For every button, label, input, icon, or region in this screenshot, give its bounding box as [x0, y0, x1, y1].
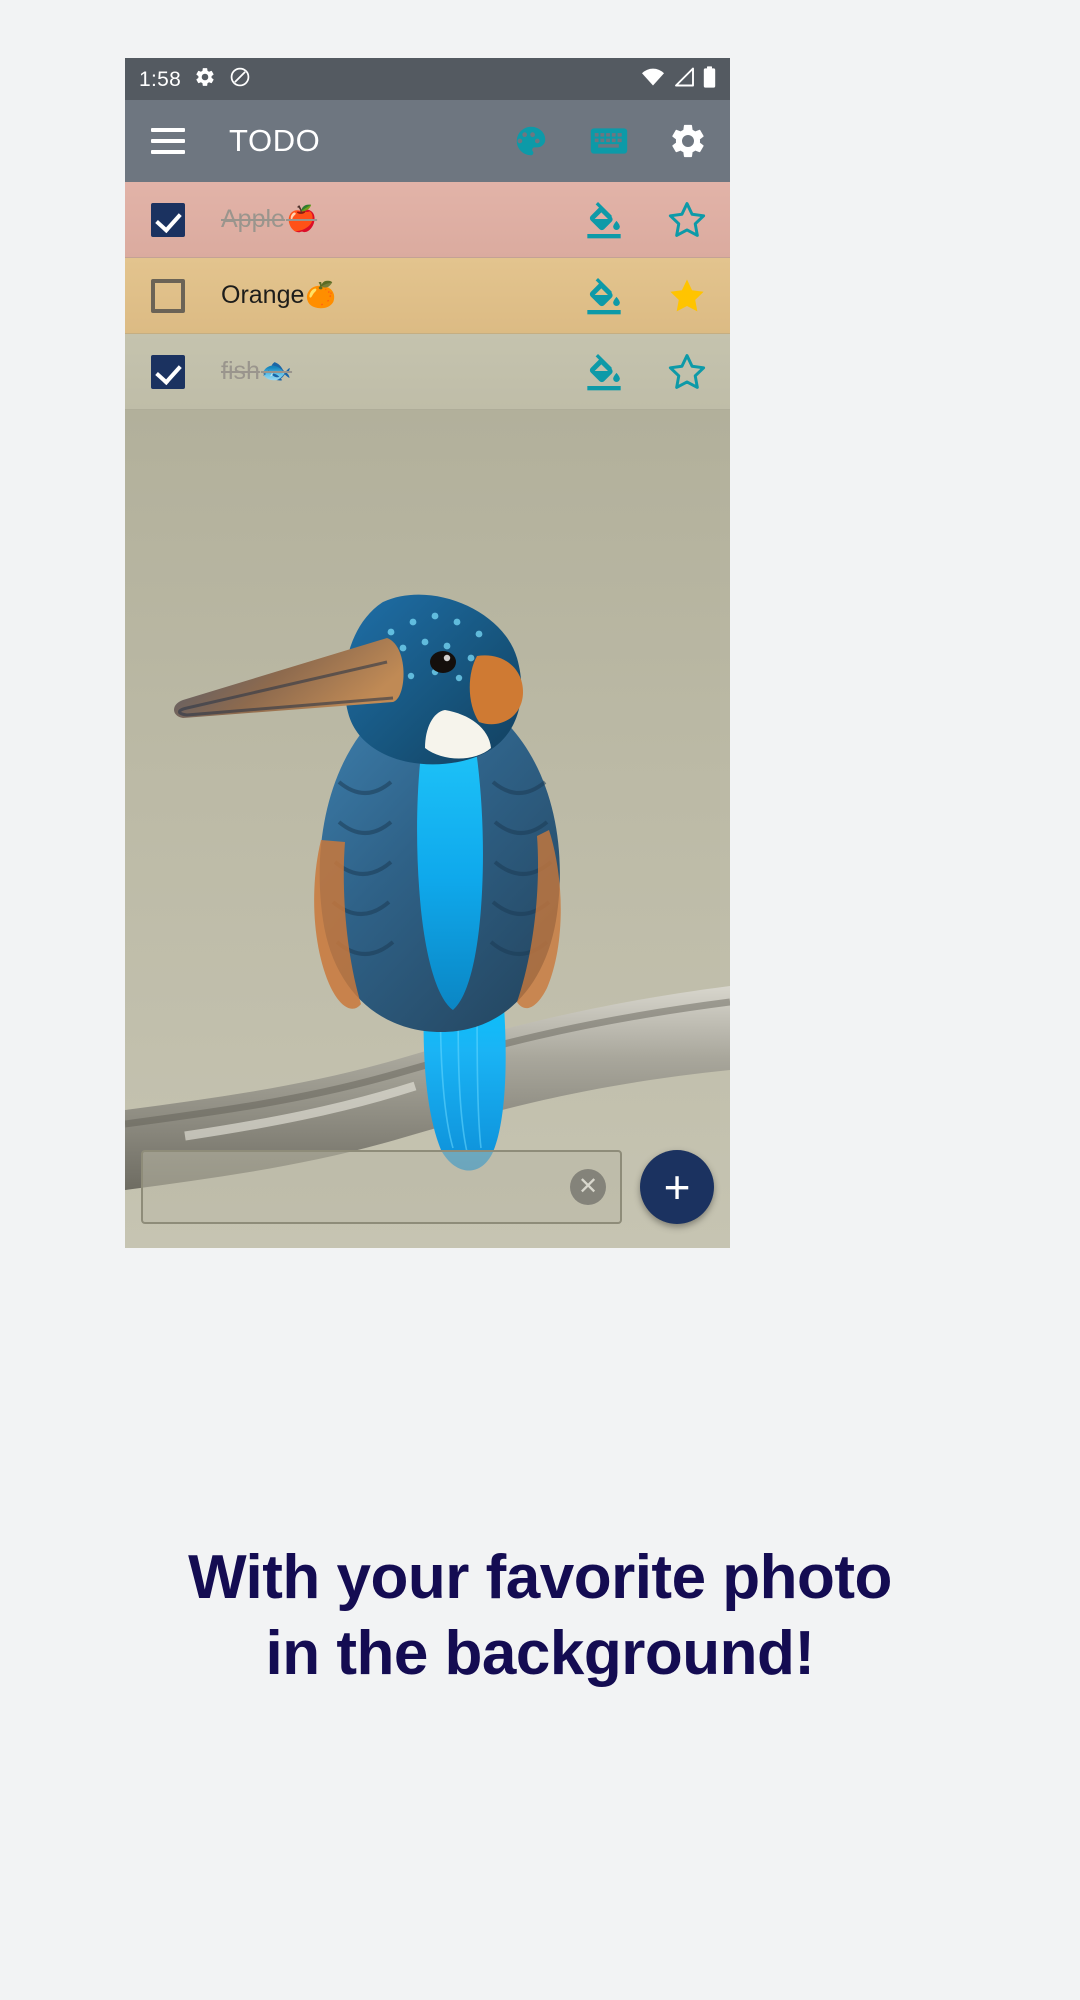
star-filled-icon[interactable]: [666, 275, 708, 317]
task-checkbox[interactable]: [151, 278, 185, 313]
status-bar-right: [641, 65, 716, 93]
gear-icon: [194, 66, 216, 93]
phone-screenshot: 1:58 TODO Apple 🍎 Orange 🍊 fish 🐟 ✕ +: [125, 58, 730, 1248]
task-text: Apple: [221, 205, 285, 233]
promo-caption: With your favorite photo in the backgrou…: [0, 1540, 1080, 1691]
star-outline-icon[interactable]: [666, 199, 708, 241]
status-bar-clock: 1:58: [139, 67, 182, 91]
app-bar: TODO: [125, 100, 730, 182]
signal-icon: [673, 67, 695, 92]
task-label: Apple 🍎: [221, 205, 317, 234]
status-bar-left: 1:58: [139, 66, 251, 93]
table-row[interactable]: Apple 🍎: [125, 182, 730, 258]
wifi-icon: [641, 67, 665, 92]
row-actions: [584, 351, 708, 393]
caption-line-2: in the background!: [265, 1618, 816, 1688]
gear-icon[interactable]: [668, 121, 708, 161]
new-task-field[interactable]: ✕: [141, 1150, 622, 1224]
do-not-disturb-icon: [229, 66, 251, 93]
task-text: Orange: [221, 281, 305, 309]
row-actions: [584, 275, 708, 317]
page-title: TODO: [229, 123, 321, 158]
new-task-input[interactable]: [157, 1173, 570, 1201]
keyboard-icon[interactable]: [590, 126, 628, 156]
palette-icon[interactable]: [512, 122, 550, 160]
star-outline-icon[interactable]: [666, 351, 708, 393]
background-photo: [125, 410, 730, 1248]
fill-color-icon[interactable]: [584, 276, 624, 316]
task-label: Orange 🍊: [221, 281, 337, 310]
task-emoji: 🐟: [260, 357, 293, 385]
task-label: fish 🐟: [221, 357, 292, 386]
task-list: Apple 🍎 Orange 🍊 fish 🐟: [125, 182, 730, 410]
caption-line-1: With your favorite photo: [188, 1543, 892, 1612]
add-task-button[interactable]: +: [640, 1150, 714, 1224]
task-checkbox[interactable]: [151, 354, 185, 389]
task-text: fish: [221, 357, 260, 385]
fill-color-icon[interactable]: [584, 352, 624, 392]
task-checkbox[interactable]: [151, 202, 185, 237]
row-actions: [584, 199, 708, 241]
fill-color-icon[interactable]: [584, 200, 624, 240]
new-task-bar: ✕ +: [125, 1140, 730, 1248]
table-row[interactable]: fish 🐟: [125, 334, 730, 410]
app-bar-actions: [512, 121, 708, 161]
kingfisher-bird-illustration: [125, 410, 730, 1248]
table-row[interactable]: Orange 🍊: [125, 258, 730, 334]
clear-circle-icon[interactable]: ✕: [570, 1169, 606, 1205]
task-emoji: 🍎: [285, 205, 318, 233]
status-bar: 1:58: [125, 58, 730, 100]
task-emoji: 🍊: [305, 281, 337, 309]
battery-icon: [703, 65, 716, 93]
hamburger-menu-icon[interactable]: [151, 128, 185, 154]
